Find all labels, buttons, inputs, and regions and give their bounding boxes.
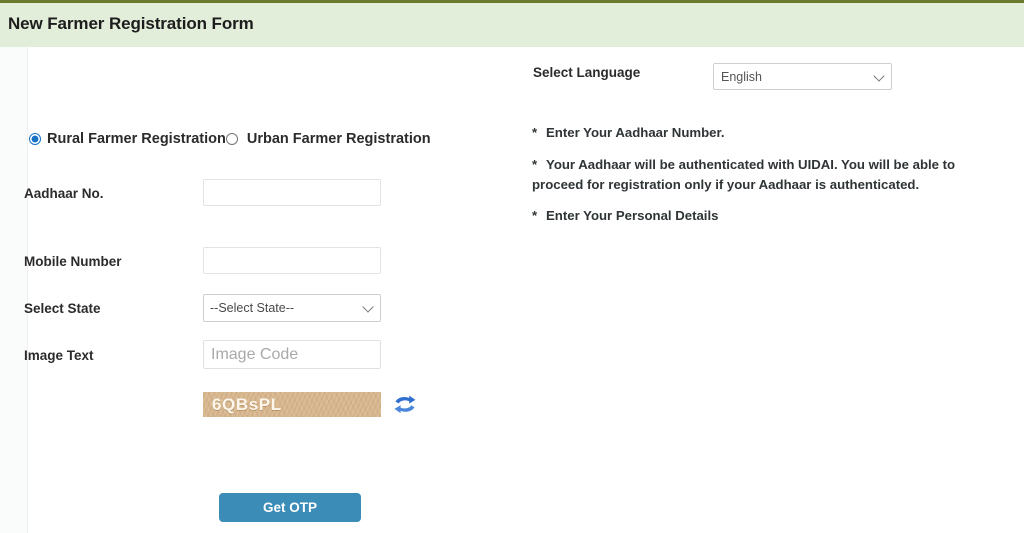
state-select[interactable]: --Select State-- bbox=[203, 294, 381, 322]
image-text-input[interactable] bbox=[203, 340, 381, 369]
page-header: New Farmer Registration Form bbox=[0, 0, 1024, 47]
radio-urban-farmer[interactable] bbox=[225, 133, 238, 145]
registration-form-column: Rural Farmer Registration Urban Farmer R… bbox=[0, 47, 512, 533]
refresh-icon[interactable] bbox=[392, 394, 418, 416]
get-otp-button[interactable]: Get OTP bbox=[219, 493, 361, 522]
captcha-code-text: 6QBsPL bbox=[212, 394, 282, 414]
radio-rural-farmer[interactable] bbox=[29, 133, 41, 145]
language-select[interactable]: English bbox=[713, 63, 892, 90]
note-text: Your Aadhaar will be authenticated with … bbox=[532, 157, 956, 193]
note-marker: * bbox=[532, 157, 538, 172]
select-state-label: Select State bbox=[24, 301, 101, 316]
image-text-label: Image Text bbox=[24, 348, 94, 363]
instruction-note-3: * Enter Your Personal Details bbox=[532, 206, 984, 226]
language-select-wrap: English bbox=[713, 63, 892, 90]
select-language-label: Select Language bbox=[533, 65, 641, 80]
note-marker: * bbox=[532, 208, 538, 223]
instruction-note-2: * Your Aadhaar will be authenticated with… bbox=[532, 155, 984, 196]
registration-type-radio-group: Rural Farmer Registration Urban Farmer R… bbox=[29, 131, 431, 147]
mobile-number-input[interactable] bbox=[203, 247, 381, 274]
info-column: Select Language English * Enter Your Aadh… bbox=[512, 47, 1024, 533]
note-text: Enter Your Aadhaar Number. bbox=[546, 125, 725, 140]
radio-urban-farmer-label[interactable]: Urban Farmer Registration bbox=[247, 131, 431, 147]
aadhaar-input[interactable] bbox=[203, 179, 381, 206]
page-title: New Farmer Registration Form bbox=[8, 14, 254, 33]
page-root: New Farmer Registration Form Rural Farme… bbox=[0, 0, 1024, 533]
captcha-image: 6QBsPL bbox=[203, 392, 381, 417]
mobile-number-label: Mobile Number bbox=[24, 254, 122, 269]
instruction-note-1: * Enter Your Aadhaar Number. bbox=[532, 123, 984, 143]
aadhaar-label: Aadhaar No. bbox=[24, 186, 104, 201]
radio-rural-farmer-label[interactable]: Rural Farmer Registration bbox=[47, 131, 226, 147]
note-text: Enter Your Personal Details bbox=[546, 208, 719, 223]
captcha-row: 6QBsPL bbox=[203, 392, 418, 417]
note-marker: * bbox=[532, 125, 538, 140]
